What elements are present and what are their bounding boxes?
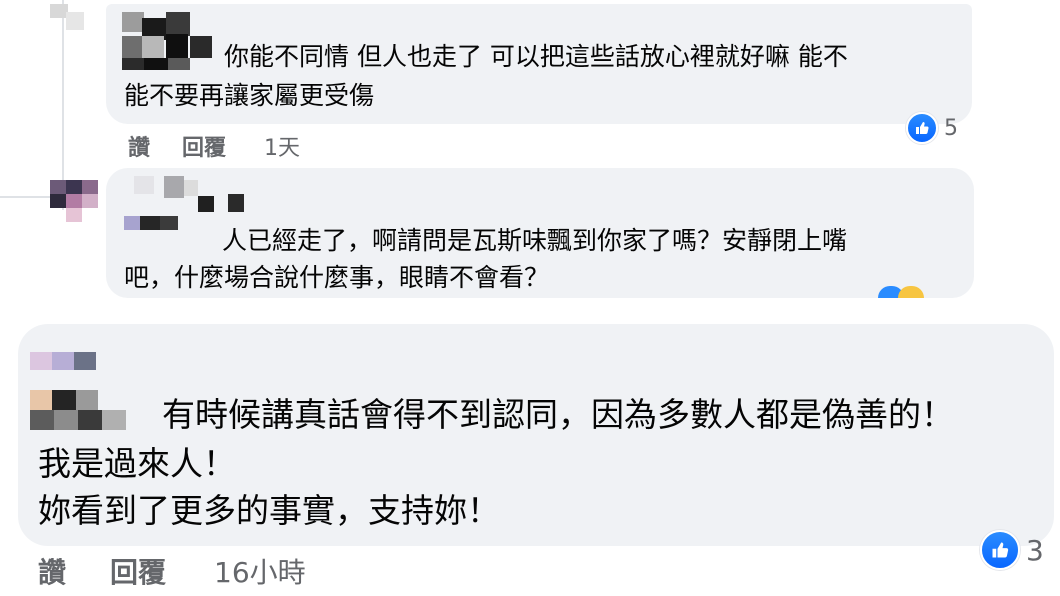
comment-text-line: 你能不同情 但人也走了 可以把這些話放心裡就好嘛 能不 bbox=[224, 42, 848, 71]
reaction-summary[interactable]: 3 bbox=[980, 530, 1044, 570]
like-button[interactable]: 讚 bbox=[38, 551, 66, 591]
comment-text-line: 有時候講真話會得不到認同，因為多數人都是偽善的！ bbox=[162, 395, 954, 434]
reply-button[interactable]: 回覆 bbox=[110, 551, 166, 591]
comment-text-line: 妳看到了更多的事實，支持妳！ bbox=[38, 491, 500, 530]
like-icon bbox=[906, 112, 938, 144]
comment-text-line: 能不要再讓家屬更受傷 bbox=[124, 81, 375, 110]
author-name-pixelated[interactable] bbox=[30, 352, 140, 430]
reaction-count: 3 bbox=[1026, 533, 1044, 567]
comment-text-line: 吧，什麼場合說什麼事，眼睛不會看？ bbox=[124, 263, 550, 292]
timestamp[interactable]: 1天 bbox=[264, 130, 300, 162]
reaction-summary-partial[interactable] bbox=[878, 286, 938, 298]
like-icon bbox=[980, 530, 1020, 570]
comment-text-line: 人已經走了，啊請問是瓦斯味飄到你家了嗎？安靜閉上嘴 bbox=[222, 226, 848, 255]
reaction-summary[interactable]: 5 bbox=[906, 112, 958, 144]
crop-separator bbox=[0, 298, 1060, 312]
author-name-pixelated[interactable] bbox=[122, 12, 214, 70]
avatar[interactable] bbox=[50, 180, 98, 222]
timestamp[interactable]: 16小時 bbox=[214, 551, 306, 591]
thread-line bbox=[0, 196, 50, 198]
like-button[interactable]: 讚 bbox=[128, 130, 150, 162]
avatar[interactable] bbox=[50, 4, 84, 32]
reaction-count: 5 bbox=[944, 115, 958, 141]
comment-text-line: 我是過來人！ bbox=[38, 444, 236, 483]
reply-button[interactable]: 回覆 bbox=[182, 130, 226, 162]
